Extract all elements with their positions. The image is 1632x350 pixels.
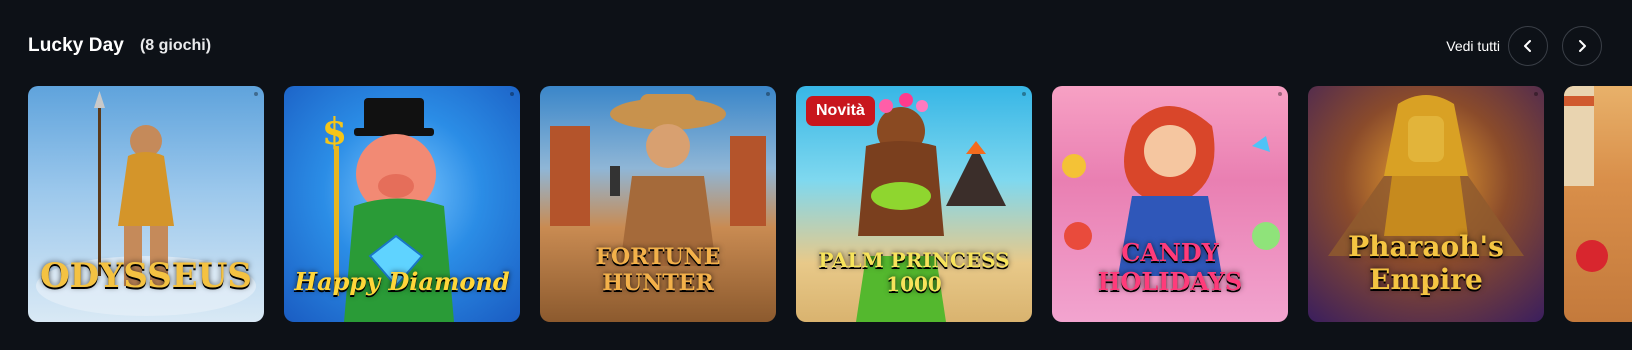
game-title: CANDY HOLIDAYS — [1097, 238, 1243, 296]
game-title: ODYSSEUS — [40, 256, 252, 296]
game-card-happy-diamond[interactable]: $ Happy Diamond — [284, 86, 520, 322]
card-indicator — [1534, 92, 1538, 96]
card-indicator — [766, 92, 770, 96]
next-button[interactable] — [1562, 26, 1602, 66]
game-card-partial[interactable] — [1564, 86, 1632, 322]
game-card-candy-holidays[interactable]: CANDY HOLIDAYS — [1052, 86, 1288, 322]
chevron-right-icon — [1579, 40, 1586, 52]
section-title: Lucky Day — [28, 35, 124, 56]
game-title: FORTUNE HUNTER — [595, 244, 721, 296]
game-count: (8 giochi) — [139, 37, 212, 54]
card-indicator — [510, 92, 514, 96]
card-indicator — [1022, 92, 1026, 96]
chevron-left-icon — [1524, 40, 1531, 52]
game-title: PALM PRINCESS 1000 — [818, 248, 1010, 296]
header-controls: Vedi tutti — [1446, 26, 1602, 66]
new-badge: Novità — [806, 96, 875, 126]
games-carousel: ODYSSEUS $ Happy Diamond FORTUNE HUNTER — [28, 86, 1632, 322]
card-indicator — [1278, 92, 1282, 96]
card-indicator — [254, 92, 258, 96]
game-card-fortune-hunter[interactable]: FORTUNE HUNTER — [540, 86, 776, 322]
game-title: Happy Diamond — [294, 267, 510, 296]
game-card-odysseus[interactable]: ODYSSEUS — [28, 86, 264, 322]
game-card-pharaohs-empire[interactable]: Pharaoh's Empire — [1308, 86, 1544, 322]
prev-button[interactable] — [1508, 26, 1548, 66]
game-title: Pharaoh's Empire — [1348, 230, 1504, 296]
see-all-link[interactable]: Vedi tutti — [1446, 38, 1500, 54]
game-thumbnail — [1564, 86, 1608, 272]
section-header: Lucky Day (8 giochi) Vedi tutti — [28, 22, 1602, 70]
game-card-palm-princess-1000[interactable]: Novità PALM PRINCESS 1000 — [796, 86, 1032, 322]
